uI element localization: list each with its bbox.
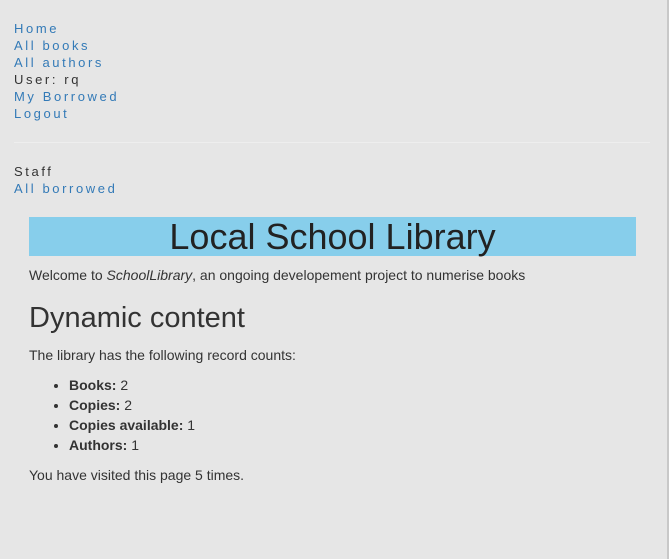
welcome-brand: SchoolLibrary xyxy=(106,267,193,283)
page: Home All books All authors User: rq My B… xyxy=(0,0,669,559)
welcome-suffix: , an ongoing developement project to num… xyxy=(192,267,526,283)
list-item-books: Books: 2 xyxy=(69,375,636,395)
nav-link-all-books[interactable]: All books xyxy=(14,37,119,54)
staff-section: Staff All borrowed xyxy=(14,163,117,197)
nav-link-logout[interactable]: Logout xyxy=(14,105,119,122)
main-content: Local School Library Welcome to SchoolLi… xyxy=(29,217,636,485)
nav-link-all-authors[interactable]: All authors xyxy=(14,54,119,71)
visits-suffix: times. xyxy=(202,467,245,483)
record-counts-list: Books: 2 Copies: 2 Copies available: 1 A… xyxy=(29,375,636,455)
sidebar-nav: Home All books All authors User: rq My B… xyxy=(14,20,119,122)
staff-heading: Staff xyxy=(14,164,54,179)
record-counts-intro: The library has the following record cou… xyxy=(29,347,296,363)
welcome-prefix: Welcome to xyxy=(29,267,107,283)
count-label: Authors: xyxy=(69,437,128,453)
count-label: Copies available: xyxy=(69,417,184,433)
nav-link-my-borrowed[interactable]: My Borrowed xyxy=(14,88,119,105)
nav-link-home[interactable]: Home xyxy=(14,20,119,37)
page-title: Local School Library xyxy=(29,217,636,256)
count-value: 1 xyxy=(131,437,140,453)
count-value: 2 xyxy=(124,397,133,413)
current-user-label: User: rq xyxy=(14,72,82,87)
welcome-text: Welcome to SchoolLibrary, an ongoing dev… xyxy=(29,265,636,285)
count-label: Books: xyxy=(69,377,117,393)
visit-count-text: You have visited this page 5 times. xyxy=(29,465,636,485)
visits-count: 5 xyxy=(195,467,203,483)
sidebar-divider xyxy=(14,142,650,143)
list-item-authors: Authors: 1 xyxy=(69,435,636,455)
count-value: 2 xyxy=(120,377,129,393)
list-item-copies: Copies: 2 xyxy=(69,395,636,415)
dynamic-content-heading: Dynamic content xyxy=(29,302,245,334)
list-item-copies-available: Copies available: 1 xyxy=(69,415,636,435)
visits-prefix: You have visited this page xyxy=(29,467,196,483)
count-label: Copies: xyxy=(69,397,121,413)
nav-link-all-borrowed[interactable]: All borrowed xyxy=(14,180,117,197)
count-value: 1 xyxy=(187,417,196,433)
